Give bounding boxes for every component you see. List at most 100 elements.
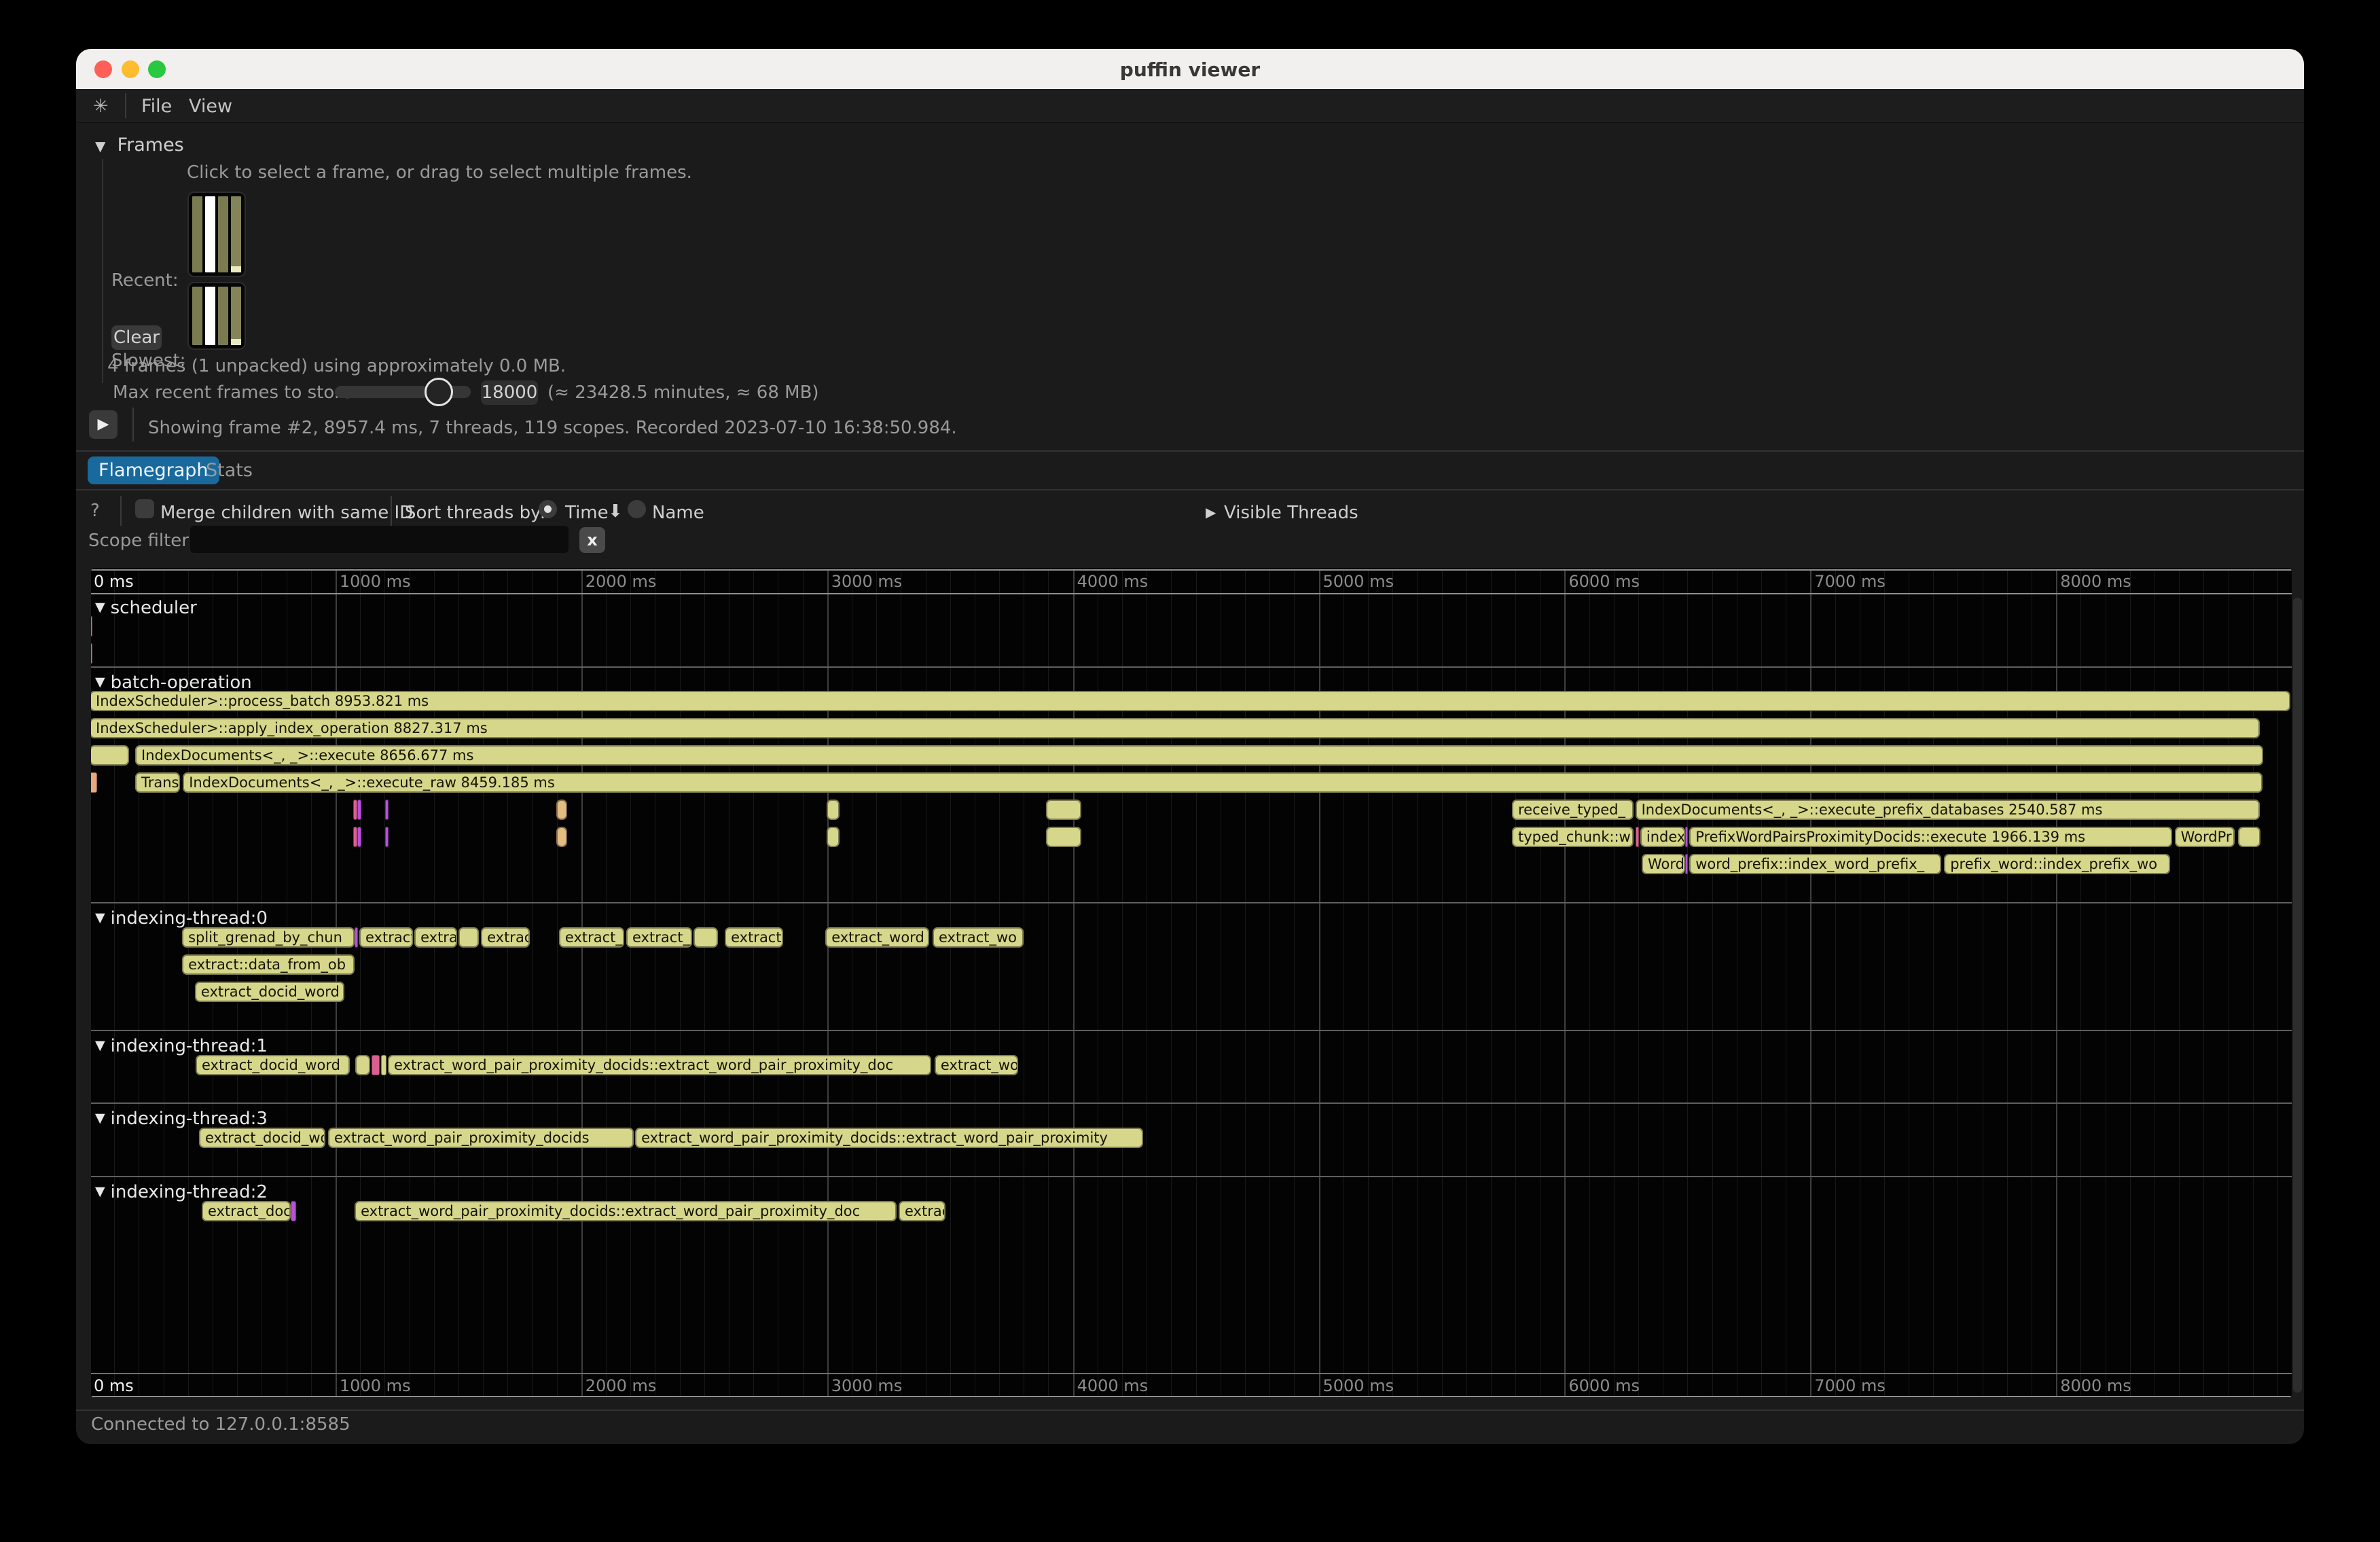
flamegraph-span[interactable] [556,800,567,820]
flamegraph-span[interactable] [381,1055,386,1075]
flamegraph-span-extract_word[interactable]: extract_word [825,927,929,948]
flamegraph-span-extract_doc[interactable]: extract_doc [202,1201,291,1221]
frames-section-header[interactable]: ▼ Frames [95,135,184,156]
slowest-frame-thumbnail[interactable] [187,282,246,350]
flamegraph-span[interactable] [91,643,92,664]
play-button[interactable]: ▶ [89,410,118,439]
tab-stats[interactable]: Stats [195,456,264,484]
thread-header-indexing-thread:3[interactable]: ▼indexing-thread:3 [95,1109,268,1129]
title-bar[interactable]: puffin viewer [76,49,2304,90]
flamegraph-span-extract_docid_word[interactable]: extract_docid_word [195,982,344,1002]
merge-children-label[interactable]: Merge children with same ID [160,503,413,523]
flamegraph-span[interactable] [91,772,97,793]
axis-line [91,1373,2292,1374]
sort-threads-label: Sort threads by: [405,503,545,523]
thread-header-batch-operation[interactable]: ▼batch-operation [95,673,252,693]
menu-file[interactable]: File [141,96,172,117]
menu-divider [125,93,126,118]
flamegraph-span-IndexDocuments_[interactable]: IndexDocuments<_, _>::execute 8656.677 m… [135,745,2263,766]
flamegraph-span[interactable] [91,745,129,766]
theme-toggle-icon[interactable]: ✳ [93,96,109,117]
visible-threads-collapse-icon[interactable]: ▶ [1206,504,1216,520]
thread-header-indexing-thread:1[interactable]: ▼indexing-thread:1 [95,1036,268,1056]
flamegraph-span[interactable] [693,927,718,948]
sort-direction-arrow-icon[interactable]: ⬇ [608,501,623,522]
flamegraph-span-extract[interactable]: extract [725,927,783,948]
flamegraph-span-split_grenad_by_chun[interactable]: split_grenad_by_chun [182,927,355,948]
flamegraph-span-IndexScheduler::apply_index_operation[interactable]: IndexScheduler>::apply_index_operation 8… [91,718,2260,738]
scope-filter-input[interactable] [190,526,569,553]
flamegraph-span[interactable] [458,927,479,948]
flamegraph-span-typed_chunk::w[interactable]: typed_chunk::w [1512,827,1634,847]
flamegraph-span-extract_word_pair_proximity_docids::extr[interactable]: extract_word_pair_proximity_docids::extr… [355,1201,897,1221]
thread-name: scheduler [111,598,197,618]
flamegraph-span[interactable] [355,1055,370,1075]
flamegraph-span-extract_word_pair_proximity_docids::extr[interactable]: extract_word_pair_proximity_docids::extr… [635,1128,1143,1148]
flamegraph-span[interactable] [355,927,358,948]
divider [76,1410,2304,1411]
sort-name-radio[interactable] [628,500,646,518]
scope-filter-clear-button[interactable]: x [579,527,605,553]
flamegraph-span-Trans[interactable]: Trans [135,772,180,793]
sort-name-label[interactable]: Name [652,503,704,523]
flamegraph-span-extract_docid_word[interactable]: extract_docid_word [199,1128,325,1148]
flamegraph-span-extrac[interactable]: extrac [481,927,530,948]
thread-header-scheduler[interactable]: ▼scheduler [95,598,197,618]
sort-time-label[interactable]: Time [565,503,609,523]
flamegraph-span-extract_[interactable]: extract_ [559,927,624,948]
sort-time-radio[interactable] [539,500,557,518]
flamegraph-span[interactable] [357,800,361,820]
flamegraph-span-extrac[interactable]: extrac [899,1201,945,1221]
collapse-icon: ▼ [95,675,105,689]
flamegraph-span[interactable] [556,827,567,847]
flamegraph-span[interactable] [827,827,840,847]
flamegraph-span-Word[interactable]: Word [1642,854,1685,874]
window-title: puffin viewer [76,58,2304,81]
flamegraph-span-extract_[interactable]: extract_ [626,927,692,948]
flamegraph-span-extra[interactable]: extra [414,927,457,948]
flamegraph-span[interactable] [357,827,361,847]
flamegraph-span-IndexDocuments_[interactable]: IndexDocuments<_, _>::execute_prefix_dat… [1636,800,2260,820]
flamegraph-span-extract::data_from_ob[interactable]: extract::data_from_ob [182,954,355,975]
flamegraph-span-index[interactable]: index [1640,827,1685,847]
flamegraph-span[interactable] [385,827,389,847]
flamegraph-span[interactable] [1685,854,1689,874]
flamegraph-canvas[interactable]: 0 ms1000 ms2000 ms3000 ms4000 ms5000 ms6… [91,568,2292,1398]
flamegraph-span-PrefixWordPairsProximityDocids::execute[interactable]: PrefixWordPairsProximityDocids::execute … [1689,827,2171,847]
flamegraph-span[interactable] [385,800,389,820]
flamegraph-span-receive_typed_[interactable]: receive_typed_ [1512,800,1634,820]
flamegraph-span-extract_wo[interactable]: extract_wo [935,1055,1018,1075]
flamegraph-span-extract_wo[interactable]: extract_wo [933,927,1024,948]
clear-button[interactable]: Clear [111,325,162,350]
flamegraph-span-extract_docid_word[interactable]: extract_docid_word [196,1055,350,1075]
flamegraph-span-extract_word_pair_proximity_docids[interactable]: extract_word_pair_proximity_docids [328,1128,634,1148]
frame-thumb-bar [218,287,228,345]
axis-tick-label: 8000 ms [2060,572,2131,591]
flamegraph-span-IndexScheduler::process_batch[interactable]: IndexScheduler>::process_batch 8953.821 … [91,691,2290,711]
flamegraph-span-extract_word_pair_proximity_docids::extr[interactable]: extract_word_pair_proximity_docids::extr… [388,1055,931,1075]
flamegraph-span[interactable] [91,616,92,636]
recent-frame-thumbnail[interactable] [187,192,246,277]
flamegraph-span[interactable] [1685,827,1689,847]
vertical-scrollbar[interactable] [2293,598,2302,1393]
thread-header-indexing-thread:0[interactable]: ▼indexing-thread:0 [95,908,268,929]
flamegraph-span-word_prefix::index_word_prefix_[interactable]: word_prefix::index_word_prefix_ [1689,854,1941,874]
flamegraph-span[interactable] [372,1055,380,1075]
flamegraph-span[interactable] [1046,800,1081,820]
flamegraph-span[interactable] [2238,827,2260,847]
flamegraph-span[interactable] [827,800,840,820]
flamegraph-span[interactable] [1636,827,1639,847]
max-frames-slider-knob[interactable] [425,378,453,406]
flamegraph-span[interactable] [291,1201,296,1221]
flamegraph-span-prefix_word::index_prefix_wo[interactable]: prefix_word::index_prefix_wo [1944,854,2170,874]
max-frames-value[interactable]: 18000 [481,380,538,405]
flamegraph-span-extract[interactable]: extract [359,927,413,948]
menu-view[interactable]: View [189,96,232,117]
thread-header-indexing-thread:2[interactable]: ▼indexing-thread:2 [95,1182,268,1202]
visible-threads-header[interactable]: Visible Threads [1224,503,1358,523]
flamegraph-span-IndexDocuments_[interactable]: IndexDocuments<_, _>::execute_raw 8459.1… [183,772,2262,793]
help-button[interactable]: ? [90,501,100,521]
flamegraph-span-WordPr[interactable]: WordPr [2175,827,2235,847]
flamegraph-span[interactable] [1046,827,1081,847]
merge-children-checkbox[interactable] [135,499,154,518]
